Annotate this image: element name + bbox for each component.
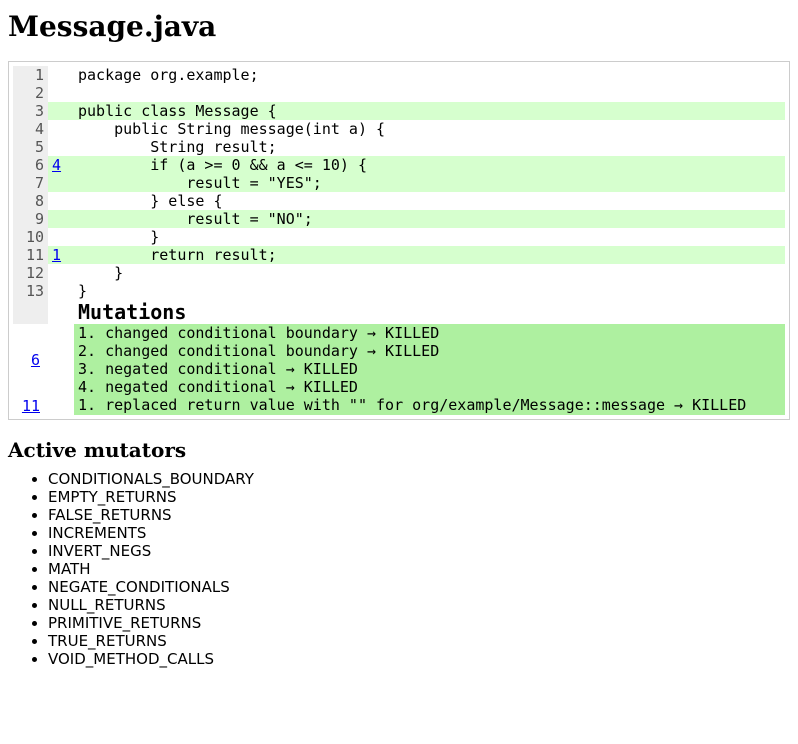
mutator-item: NULL_RETURNS — [48, 596, 790, 614]
mutation-detail: 1. changed conditional boundary → KILLED… — [74, 324, 785, 396]
coverage-cell — [48, 228, 74, 246]
source-line: 8 } else { — [13, 192, 785, 210]
source-line: 10 } — [13, 228, 785, 246]
line-number: 3 — [13, 102, 48, 120]
mutation-line-link[interactable]: 6 — [27, 351, 44, 369]
coverage-cell: 4 — [48, 156, 74, 174]
line-number: 13 — [13, 282, 48, 300]
coverage-cell — [48, 120, 74, 138]
mutations-heading: Mutations — [74, 300, 785, 324]
source-line: 4 public String message(int a) { — [13, 120, 785, 138]
coverage-cell — [48, 174, 74, 192]
active-mutators-list: CONDITIONALS_BOUNDARYEMPTY_RETURNSFALSE_… — [8, 470, 790, 668]
line-number: 10 — [13, 228, 48, 246]
line-number: 4 — [13, 120, 48, 138]
mutator-item: INCREMENTS — [48, 524, 790, 542]
source-code: } — [74, 264, 785, 282]
coverage-cell — [48, 84, 74, 102]
coverage-cell — [48, 282, 74, 300]
mutation-row: 11 1. replaced return value with "" for o… — [13, 396, 785, 415]
source-line: 111 return result; — [13, 246, 785, 264]
coverage-cell — [48, 102, 74, 120]
mutation-detail: 1. replaced return value with "" for org… — [74, 396, 785, 415]
coverage-cell — [48, 66, 74, 84]
source-code: return result; — [74, 246, 785, 264]
line-number: 5 — [13, 138, 48, 156]
line-number: 6 — [13, 156, 48, 174]
source-code: public class Message { — [74, 102, 785, 120]
source-line: 7 result = "YES"; — [13, 174, 785, 192]
source-line: 13} — [13, 282, 785, 300]
source-line: 2 — [13, 84, 785, 102]
source-line: 64 if (a >= 0 && a <= 10) { — [13, 156, 785, 174]
source-line: 5 String result; — [13, 138, 785, 156]
source-code: } else { — [74, 192, 785, 210]
source-code: result = "NO"; — [74, 210, 785, 228]
mutation-report: 1 package org.example; 23 public class Mess… — [8, 61, 790, 420]
source-code: } — [74, 228, 785, 246]
mutation-row: 6 1. changed conditional boundary → KILLE… — [13, 324, 785, 396]
active-mutators-heading: Active mutators — [8, 438, 790, 462]
line-number: 1 — [13, 66, 48, 84]
source-code: package org.example; — [74, 66, 785, 84]
line-number: 8 — [13, 192, 48, 210]
source-line: 3 public class Message { — [13, 102, 785, 120]
source-code: result = "YES"; — [74, 174, 785, 192]
line-number: 12 — [13, 264, 48, 282]
mutator-item: INVERT_NEGS — [48, 542, 790, 560]
source-line: 12 } — [13, 264, 785, 282]
source-code — [74, 84, 785, 102]
coverage-cell — [48, 138, 74, 156]
source-code: } — [74, 282, 785, 300]
source-code: public String message(int a) { — [74, 120, 785, 138]
mutator-item: FALSE_RETURNS — [48, 506, 790, 524]
mutator-item: PRIMITIVE_RETURNS — [48, 614, 790, 632]
line-number: 9 — [13, 210, 48, 228]
source-line: 1 package org.example; — [13, 66, 785, 84]
page-title: Message.java — [8, 10, 790, 43]
line-number: 7 — [13, 174, 48, 192]
mutator-item: NEGATE_CONDITIONALS — [48, 578, 790, 596]
source-code: String result; — [74, 138, 785, 156]
mutator-item: MATH — [48, 560, 790, 578]
mutator-item: TRUE_RETURNS — [48, 632, 790, 650]
mutation-count-link[interactable]: 1 — [52, 246, 61, 264]
source-code: if (a >= 0 && a <= 10) { — [74, 156, 785, 174]
coverage-cell — [48, 264, 74, 282]
coverage-cell: 1 — [48, 246, 74, 264]
line-number: 2 — [13, 84, 48, 102]
mutator-item: CONDITIONALS_BOUNDARY — [48, 470, 790, 488]
coverage-cell — [48, 210, 74, 228]
mutator-item: VOID_METHOD_CALLS — [48, 650, 790, 668]
mutation-count-link[interactable]: 4 — [52, 156, 61, 174]
mutator-item: EMPTY_RETURNS — [48, 488, 790, 506]
mutation-line-link[interactable]: 11 — [18, 397, 44, 415]
line-number: 11 — [13, 246, 48, 264]
source-line: 9 result = "NO"; — [13, 210, 785, 228]
coverage-cell — [48, 192, 74, 210]
